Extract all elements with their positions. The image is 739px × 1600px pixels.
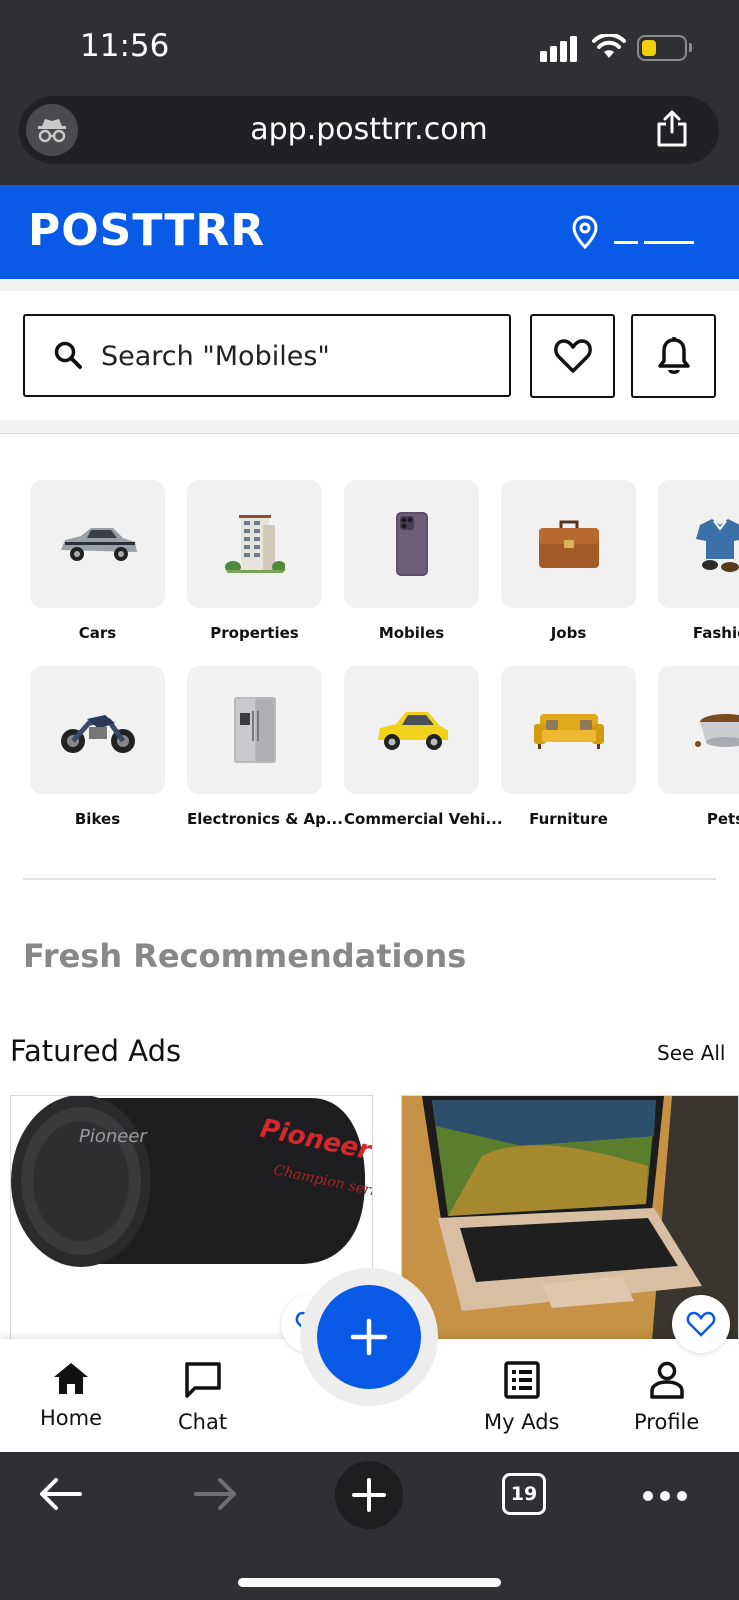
category-label: Commercial Vehi... — [344, 810, 503, 828]
category-pets[interactable]: Pets — [658, 666, 739, 856]
category-fashion[interactable]: Fashion — [658, 480, 739, 670]
favorites-button[interactable] — [530, 314, 615, 398]
car-icon — [30, 480, 165, 608]
app-header: POSTTRR — [0, 185, 739, 279]
home-icon — [54, 1363, 88, 1394]
nav-profile-label: Profile — [634, 1410, 700, 1434]
back-arrow-icon[interactable] — [38, 1476, 84, 1512]
fresh-recommendations-heading: Fresh Recommendations — [23, 937, 467, 975]
category-label: Bikes — [74, 810, 121, 828]
plus-icon — [352, 1478, 386, 1512]
status-time: 11:56 — [80, 28, 170, 64]
location-pin-icon[interactable] — [572, 215, 598, 249]
more-options-icon[interactable] — [642, 1490, 688, 1502]
plus-icon — [350, 1318, 388, 1356]
fridge-icon — [187, 666, 322, 794]
motorbike-icon — [30, 666, 165, 794]
svg-text:Pioneer: Pioneer — [79, 1126, 148, 1147]
category-mobiles[interactable]: Mobiles — [344, 480, 479, 670]
category-jobs[interactable]: Jobs — [501, 480, 636, 670]
category-bikes[interactable]: Bikes — [30, 666, 165, 856]
battery-icon — [637, 35, 687, 61]
heart-icon — [686, 1311, 716, 1337]
search-input[interactable] — [101, 336, 481, 376]
category-label: Electronics & Ap... — [187, 810, 343, 828]
browser-toolbar: 19 — [0, 1452, 739, 1600]
category-properties[interactable]: Properties — [187, 480, 322, 670]
url-text[interactable]: app.posttrr.com — [19, 112, 719, 147]
battery-nub — [689, 43, 692, 52]
category-label: Cars — [78, 624, 117, 642]
nav-chat-label: Chat — [178, 1410, 228, 1434]
share-icon[interactable] — [654, 108, 690, 148]
categories-grid: Cars Properties Mobiles Jobs Fashi Bikes… — [0, 434, 739, 879]
nav-home[interactable]: Home — [40, 1361, 102, 1430]
nav-my-ads[interactable]: My Ads — [484, 1361, 560, 1434]
featured-ads-heading: Fatured Ads — [10, 1034, 182, 1068]
home-indicator — [238, 1578, 501, 1587]
logo[interactable]: POSTTRR — [28, 205, 265, 256]
wifi-icon — [592, 34, 626, 58]
nav-profile[interactable]: Profile — [634, 1361, 699, 1434]
category-commercial-vehicles[interactable]: Commercial Vehi... — [344, 666, 503, 856]
cellular-signal-icon — [540, 36, 577, 62]
search-icon — [54, 341, 82, 369]
separator — [0, 279, 739, 291]
forward-arrow-icon[interactable] — [192, 1476, 238, 1512]
heart-icon — [553, 339, 592, 373]
user-icon — [649, 1361, 684, 1399]
separator-2 — [0, 420, 739, 434]
taxi-icon — [344, 666, 479, 794]
category-label: Pets — [706, 810, 739, 828]
address-bar[interactable]: app.posttrr.com — [19, 96, 719, 164]
browser-address-area: app.posttrr.com — [0, 96, 739, 185]
new-tab-button[interactable] — [335, 1461, 403, 1529]
notifications-button[interactable] — [631, 314, 716, 398]
category-electronics[interactable]: Electronics & Ap... — [187, 666, 343, 856]
pet-bowl-icon — [658, 666, 739, 794]
category-label: Fashion — [692, 624, 739, 642]
status-bar: 11:56 — [0, 0, 739, 96]
briefcase-icon — [501, 480, 636, 608]
category-cars[interactable]: Cars — [30, 480, 165, 670]
nav-home-label: Home — [40, 1406, 103, 1430]
phone-icon — [344, 480, 479, 608]
search-box[interactable] — [23, 314, 511, 397]
shirt-icon — [658, 480, 739, 608]
location-text[interactable] — [612, 213, 694, 243]
category-label: Mobiles — [378, 624, 445, 642]
nav-chat[interactable]: Chat — [178, 1361, 227, 1434]
nav-my-ads-label: My Ads — [484, 1410, 560, 1434]
list-icon — [504, 1361, 540, 1399]
see-all-link[interactable]: See All — [657, 1041, 725, 1065]
category-furniture[interactable]: Furniture — [501, 666, 636, 856]
chat-icon — [184, 1362, 221, 1398]
building-icon — [187, 480, 322, 608]
category-label: Furniture — [529, 810, 608, 828]
post-ad-button[interactable] — [317, 1285, 421, 1389]
category-label: Jobs — [550, 624, 587, 642]
category-label: Properties — [210, 624, 299, 642]
favorite-ad-2-button[interactable] — [672, 1295, 730, 1353]
location-placeholder-line[interactable] — [614, 241, 694, 244]
divider — [23, 878, 716, 880]
sofa-icon — [501, 666, 636, 794]
tabs-count-button[interactable]: 19 — [502, 1473, 546, 1515]
bell-icon — [657, 337, 690, 374]
